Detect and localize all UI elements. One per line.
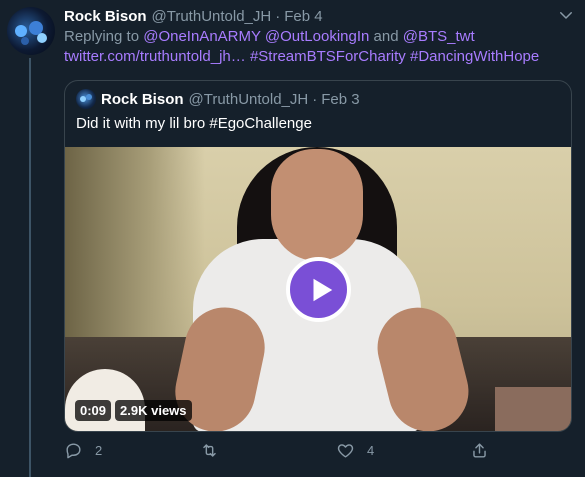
video-player[interactable]: 0:09 2.9K views xyxy=(65,147,571,431)
play-button[interactable] xyxy=(286,257,351,322)
url-link[interactable]: twitter.com/truthuntold_jh… xyxy=(64,48,246,65)
separator-dot: · xyxy=(312,90,318,108)
share-icon xyxy=(473,443,486,458)
quoted-author-name: Rock Bison xyxy=(101,90,184,108)
video-frame-face xyxy=(271,149,363,261)
share-button[interactable] xyxy=(470,441,489,460)
tweet-text: twitter.com/truthuntold_jh… #StreamBTSFo… xyxy=(64,48,539,65)
like-button[interactable]: 4 xyxy=(336,441,374,460)
reply-icon xyxy=(66,443,81,459)
quoted-tweet[interactable]: Rock Bison @TruthUntold_JH · Feb 3 Did i… xyxy=(64,80,572,432)
retweet-icon xyxy=(203,444,216,457)
quoted-tweet-header: Rock Bison @TruthUntold_JH · Feb 3 xyxy=(76,89,360,109)
quoted-avatar xyxy=(76,89,96,109)
replying-prefix: Replying to xyxy=(64,28,140,45)
reply-button[interactable]: 2 xyxy=(64,441,102,460)
video-duration: 0:09 xyxy=(75,400,112,421)
replying-to: Replying to @OneInAnARMY @OutLookingIn a… xyxy=(64,28,475,45)
tweet-header: Rock Bison @TruthUntold_JH · Feb 4 xyxy=(64,6,555,26)
hashtag-link[interactable]: #DancingWithHope xyxy=(410,48,539,65)
video-frame-pillow xyxy=(495,387,571,431)
retweet-button[interactable] xyxy=(200,441,231,460)
tweet-date[interactable]: Feb 4 xyxy=(284,8,322,25)
heart-icon xyxy=(337,444,354,458)
hashtag-link[interactable]: #StreamBTSForCharity xyxy=(250,48,406,65)
author-name[interactable]: Rock Bison xyxy=(64,8,147,25)
play-icon xyxy=(313,278,333,301)
like-count: 4 xyxy=(367,443,375,458)
quoted-author-handle: @TruthUntold_JH xyxy=(188,90,309,108)
quoted-tweet-date: Feb 3 xyxy=(321,90,360,108)
video-badges: 0:09 2.9K views xyxy=(75,400,192,421)
author-handle[interactable]: @TruthUntold_JH xyxy=(152,8,272,25)
mention-link[interactable]: @BTS_twt xyxy=(403,28,475,45)
reply-count: 2 xyxy=(95,443,103,458)
thread-line xyxy=(29,58,31,477)
quoted-tweet-text: Did it with my lil bro #EgoChallenge xyxy=(76,115,312,132)
chevron-down-icon[interactable] xyxy=(557,6,575,24)
tweet-actions: 2 4 xyxy=(64,441,494,463)
mention-link[interactable]: @OutLookingIn xyxy=(265,28,369,45)
and-word: and xyxy=(373,28,399,45)
avatar[interactable] xyxy=(7,7,55,55)
mention-link[interactable]: @OneInAnARMY xyxy=(143,28,261,45)
video-views: 2.9K views xyxy=(115,400,192,421)
separator-dot: · xyxy=(275,7,281,25)
